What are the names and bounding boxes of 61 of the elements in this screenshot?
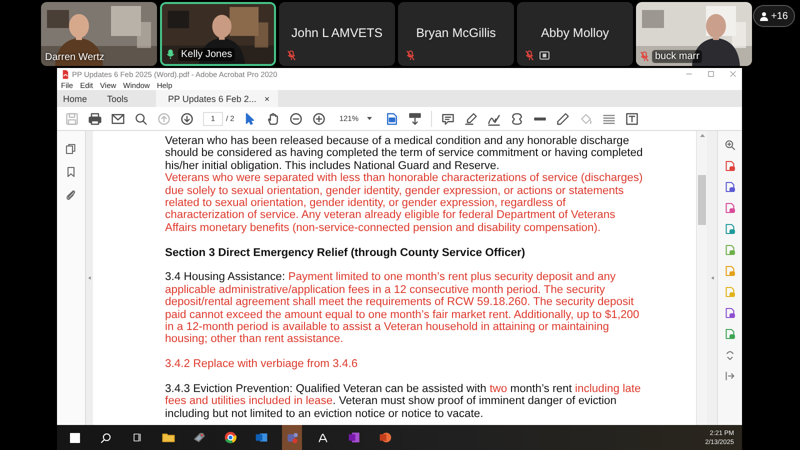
paragraph: 3.4.2 Replace with verbiage from 3.4.6 [165,358,359,371]
paragraph: Veterans who were separated with less than honorable characterizations of service (discharges) due solely to sexual orientation, gender identity, gender expression, or actions or statements related to sexual orientation, gender identity, or gender expression, regardless of characterization of service. Any veteran already eligible for federal Department of Veterans Affairs monetary benefits (non-service-connected pension and disability compensation). [165,172,644,234]
onenote-icon[interactable] [348,431,360,444]
scroll-mode-icon[interactable] [408,112,422,126]
participant-name: Darren Wertz [45,52,104,63]
paperclip-icon[interactable] [65,189,77,201]
paragraph: Veteran who has been released because of a medical condition and any honorable discharge should be considered as having completed the term of service commitment or having completed his/her initial obligation. This includes National Guard and Reserve. [165,135,644,172]
document-icon[interactable] [724,328,736,340]
participant-name: buck marr [652,50,702,63]
paragraph: 3.4 Housing Assistance: Payment limited to one month’s rent plus security deposit and any applicable administrative/application fees in a 12 consecutive month period. The security deposit/rental agreement shall meet the requirements of RCW 59.18.260. The security deposit paid cannot exceed the amount equal to one month’s fair market rent. Additionally, up to $1,200 in a 12-month period is available to assist a Veteran household in attaining or maintaining housing; other than rent assistance. [165,271,640,346]
participant-name: Bryan McGillis [415,26,497,40]
mail-icon[interactable] [111,112,125,126]
chrome-icon[interactable] [224,431,236,444]
outlook-icon[interactable] [254,431,268,444]
pencil-icon[interactable] [556,112,570,126]
bookmark-icon[interactable] [65,166,77,178]
collapse-panel-icon[interactable] [724,370,736,382]
text-box-icon[interactable] [624,112,639,126]
hand-icon[interactable] [266,112,280,126]
document-icon[interactable] [724,202,736,214]
participant-tile[interactable]: Abby Molloy [517,2,633,66]
print-icon[interactable] [88,112,102,126]
participant-name: Abby Molloy [540,26,610,40]
app-icon[interactable] [192,431,206,444]
fit-page-icon[interactable] [384,112,399,126]
zoom-in-icon[interactable] [312,112,326,126]
participant-tile[interactable]: Kelly Jones [160,2,276,66]
participant-tile[interactable]: Darren Wertz [41,2,157,66]
paragraph: 3.4.3 Eviction Prevention: Qualified Veteran can be assisted with two month’s rent including late fees and utilities included in lease. Veteran must show proof of imminent danger of eviction including but not limited to an eviction notice or notice to vacate. [165,383,642,420]
search-icon[interactable] [100,432,112,444]
pages-icon[interactable] [65,143,77,155]
close-icon[interactable] [729,70,737,78]
comment-icon[interactable] [440,112,455,126]
close-tab-button[interactable]: × [264,94,270,104]
caret-icon [366,117,372,120]
participant-tile[interactable]: buck marr [636,2,752,66]
participant-tile[interactable]: Bryan McGillis [398,2,514,66]
powerpoint-icon[interactable] [378,431,392,444]
scrollbar[interactable] [696,131,707,425]
section-heading: Section 3 Direct Emergency Relief (through County Service Officer) [165,246,526,260]
highlighter-icon[interactable] [464,112,478,126]
participant-name: John L AMVETS [290,26,384,40]
participant-tile[interactable]: John L AMVETS [279,2,395,66]
tab[interactable]: Tools [101,90,142,107]
search-icon[interactable] [134,112,148,126]
participants-button[interactable]: +16 [753,5,795,27]
document-icon[interactable] [724,307,736,319]
zoom-out-icon[interactable] [289,112,304,126]
document-icon[interactable] [724,181,736,193]
task-view-icon[interactable] [132,432,142,443]
scrollbar-thumb[interactable] [698,175,706,225]
participant-name: Kelly Jones [178,48,236,61]
scroll-up-icon[interactable] [700,134,704,137]
tab[interactable]: PP Updates 6 Feb 2... × [156,90,278,107]
document-icon[interactable] [724,223,736,235]
collapse-right-icon[interactable] [710,275,714,281]
person-icon [760,12,768,20]
tab[interactable]: Home [57,90,102,107]
chevron-icon[interactable] [724,349,736,361]
folder-icon[interactable] [162,431,174,444]
document-icon[interactable] [724,160,736,172]
